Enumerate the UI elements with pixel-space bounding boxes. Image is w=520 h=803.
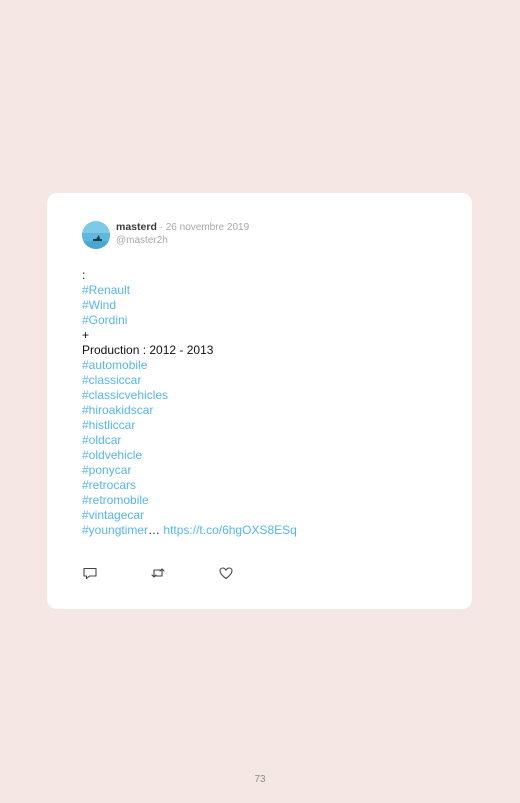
text-line: Production : 2012 - 2013 <box>82 343 214 357</box>
author-handle[interactable]: @master2h <box>116 234 249 247</box>
tweet-header: masterd · 26 novembre 2019 @master2h <box>82 221 249 253</box>
hashtag-link[interactable]: #oldvehicle <box>82 448 297 463</box>
avatar[interactable] <box>82 221 110 249</box>
hashtag-link[interactable]: #classiccar <box>82 373 297 388</box>
tweet-text: : #Renault #Wind #Gordini + Production :… <box>82 268 297 538</box>
hashtag-link[interactable]: #hiroakidscar <box>82 403 297 418</box>
tweet-date[interactable]: 26 novembre 2019 <box>166 222 249 233</box>
hashtag-link[interactable]: #youngtimer <box>82 523 148 537</box>
avatar-image <box>82 221 110 249</box>
hashtag-link[interactable]: #retrocars <box>82 478 297 493</box>
tweet-url-link[interactable]: https://t.co/6hgOXS8ESq <box>163 523 296 537</box>
hashtag-link[interactable]: #ponycar <box>82 463 297 478</box>
hashtag-link[interactable]: #histliccar <box>82 418 297 433</box>
hashtag-link[interactable]: #oldcar <box>82 433 297 448</box>
page-number: 73 <box>254 774 266 785</box>
author-name[interactable]: masterd <box>116 221 157 233</box>
tweet-actions <box>82 565 234 581</box>
last-line: #youngtimer… https://t.co/6hgOXS8ESq <box>82 523 297 538</box>
text-line: : <box>82 268 86 282</box>
hashtag-link[interactable]: #Gordini <box>82 313 297 328</box>
tweet-card: masterd · 26 novembre 2019 @master2h : #… <box>47 193 472 609</box>
retweet-icon[interactable] <box>150 565 166 581</box>
hashtag-link[interactable]: #Renault <box>82 283 297 298</box>
hashtag-link[interactable]: #retromobile <box>82 493 297 508</box>
hashtag-link[interactable]: #Wind <box>82 298 297 313</box>
author-meta: masterd · 26 novembre 2019 @master2h <box>116 221 249 247</box>
hashtag-link[interactable]: #classicvehicles <box>82 388 297 403</box>
text-line: + <box>82 328 90 342</box>
ellipsis: … <box>148 523 161 537</box>
hashtag-link[interactable]: #vintagecar <box>82 508 297 523</box>
like-icon[interactable] <box>218 565 234 581</box>
hashtag-link[interactable]: #automobile <box>82 358 297 373</box>
meta-separator: · <box>156 222 166 233</box>
reply-icon[interactable] <box>82 565 98 581</box>
